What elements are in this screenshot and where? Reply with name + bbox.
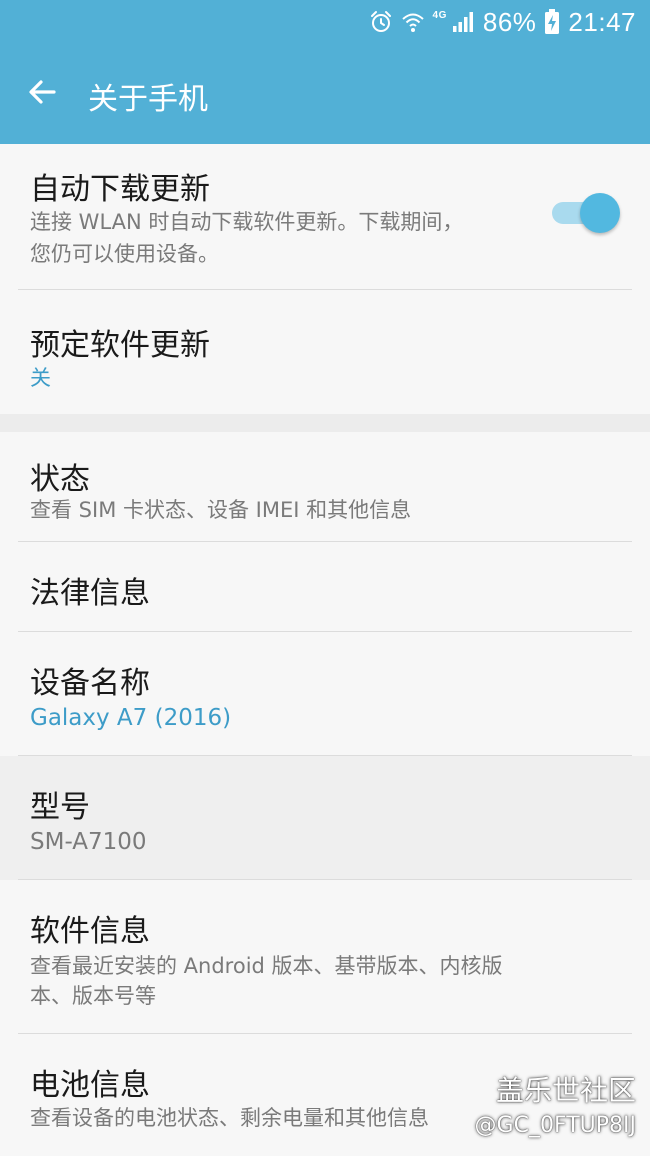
item-title: 电池信息 [30,1068,150,1103]
item-title: 法律信息 [30,576,150,611]
item-title: 型号 [30,790,90,825]
page-title: 关于手机 [88,82,208,117]
clock: 21:47 [568,6,636,37]
list-item-legal[interactable]: 法律信息 [0,542,650,632]
item-value: 关 [30,366,51,390]
item-subtitle-line1: 查看最近安装的 Android 版本、基带版本、内核版 [30,954,503,978]
list-item-device-name[interactable]: 设备名称 Galaxy A7 (2016) [0,632,650,756]
watermark-user: @GC_0FTUP8IJ [474,1113,636,1138]
signal-icon [451,10,475,34]
list-item-model[interactable]: 型号 SM-A7100 [0,756,650,880]
section-gap [0,414,650,432]
item-value: Galaxy A7 (2016) [30,705,232,731]
auto-update-toggle[interactable] [550,193,620,233]
status-bar: 4G 86% 21:47 [0,0,650,44]
item-title: 软件信息 [30,914,150,949]
battery-percent: 86% [482,6,537,37]
app-bar: 关于手机 [0,44,650,144]
settings-list: 自动下载更新 连接 WLAN 时自动下载软件更新。下载期间， 您仍可以使用设备。… [0,144,650,1156]
toggle-thumb [580,193,620,233]
list-item-status[interactable]: 状态 查看 SIM 卡状态、设备 IMEI 和其他信息 [0,432,650,542]
list-item-scheduled-update[interactable]: 预定软件更新 关 [0,290,650,414]
list-item-software-info[interactable]: 软件信息 查看最近安装的 Android 版本、基带版本、内核版 本、版本号等 [0,880,650,1034]
item-title: 设备名称 [30,666,150,701]
watermark: 盖乐世社区 @GC_0FTUP8IJ [475,1069,636,1138]
item-subtitle-line1: 连接 WLAN 时自动下载软件更新。下载期间， [30,210,464,234]
watermark-site: 盖乐世社区 [495,1074,636,1107]
item-value: SM-A7100 [30,829,147,855]
wifi-icon [401,10,425,34]
item-subtitle-line2: 本、版本号等 [30,984,156,1008]
list-item-auto-update[interactable]: 自动下载更新 连接 WLAN 时自动下载软件更新。下载期间， 您仍可以使用设备。 [0,144,650,290]
network-type: 4G [432,10,447,21]
item-title: 状态 [30,462,90,497]
item-title: 自动下载更新 [30,172,210,207]
item-subtitle: 查看设备的电池状态、剩余电量和其他信息 [30,1106,429,1130]
arrow-left-icon [26,76,58,112]
battery-charging-icon [544,9,560,35]
item-subtitle: 查看 SIM 卡状态、设备 IMEI 和其他信息 [30,498,412,522]
status-icons: 4G 86% 21:47 [369,6,636,38]
alarm-icon [369,10,393,34]
item-subtitle-line2: 您仍可以使用设备。 [30,242,219,266]
item-title: 预定软件更新 [30,328,210,363]
back-button[interactable] [18,70,66,118]
